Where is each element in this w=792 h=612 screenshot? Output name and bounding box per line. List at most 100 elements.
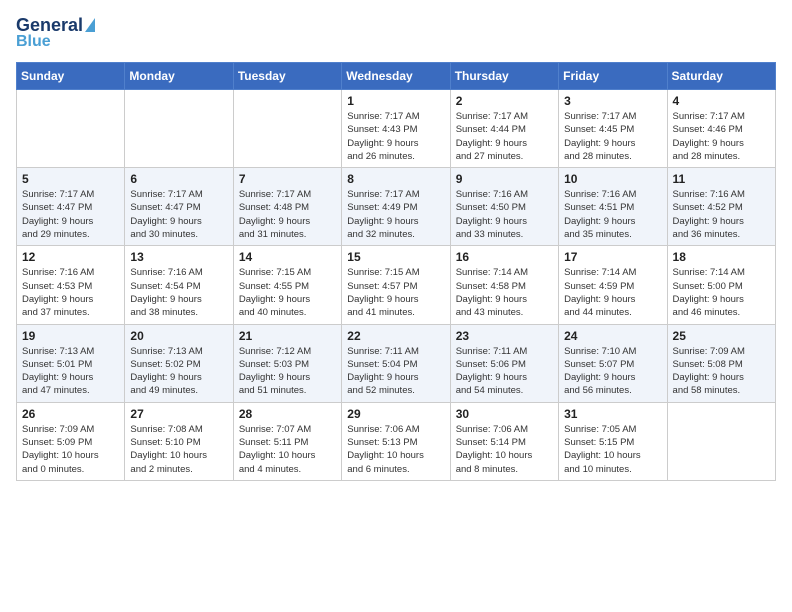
day-number: 20 (130, 329, 227, 343)
day-number: 15 (347, 250, 444, 264)
day-number: 2 (456, 94, 553, 108)
day-info: Sunrise: 7:17 AM Sunset: 4:45 PM Dayligh… (564, 110, 661, 163)
calendar-cell: 7 Sunrise: 7:17 AM Sunset: 4:48 PM Daylig… (233, 168, 341, 246)
calendar-cell (667, 402, 775, 480)
day-info: Sunrise: 7:16 AM Sunset: 4:50 PM Dayligh… (456, 188, 553, 241)
day-number: 23 (456, 329, 553, 343)
calendar-cell: 11 Sunrise: 7:16 AM Sunset: 4:52 PM Dayli… (667, 168, 775, 246)
calendar-week-row: 1Sunrise: 7:17 AM Sunset: 4:43 PM Daylig… (17, 90, 776, 168)
calendar-cell: 25 Sunrise: 7:09 AM Sunset: 5:08 PM Dayli… (667, 324, 775, 402)
calendar-cell: 22Sunrise: 7:11 AM Sunset: 5:04 PM Dayli… (342, 324, 450, 402)
calendar-cell (125, 90, 233, 168)
calendar-cell: 19 Sunrise: 7:13 AM Sunset: 5:01 PM Dayli… (17, 324, 125, 402)
day-number: 26 (22, 407, 119, 421)
day-number: 11 (673, 172, 770, 186)
day-number: 14 (239, 250, 336, 264)
day-info: Sunrise: 7:09 AM Sunset: 5:09 PM Dayligh… (22, 423, 119, 476)
day-number: 12 (22, 250, 119, 264)
day-number: 4 (673, 94, 770, 108)
logo-general: General (16, 15, 83, 35)
calendar-cell: 21 Sunrise: 7:12 AM Sunset: 5:03 PM Dayli… (233, 324, 341, 402)
day-info: Sunrise: 7:15 AM Sunset: 4:57 PM Dayligh… (347, 266, 444, 319)
day-info: Sunrise: 7:05 AM Sunset: 5:15 PM Dayligh… (564, 423, 661, 476)
calendar-cell (233, 90, 341, 168)
calendar-cell: 17 Sunrise: 7:14 AM Sunset: 4:59 PM Dayli… (559, 246, 667, 324)
day-info: Sunrise: 7:14 AM Sunset: 4:58 PM Dayligh… (456, 266, 553, 319)
weekday-header-friday: Friday (559, 63, 667, 90)
day-number: 31 (564, 407, 661, 421)
day-info: Sunrise: 7:11 AM Sunset: 5:06 PM Dayligh… (456, 345, 553, 398)
day-info: Sunrise: 7:09 AM Sunset: 5:08 PM Dayligh… (673, 345, 770, 398)
day-info: Sunrise: 7:14 AM Sunset: 4:59 PM Dayligh… (564, 266, 661, 319)
day-info: Sunrise: 7:13 AM Sunset: 5:01 PM Dayligh… (22, 345, 119, 398)
day-number: 27 (130, 407, 227, 421)
day-number: 3 (564, 94, 661, 108)
day-info: Sunrise: 7:06 AM Sunset: 5:13 PM Dayligh… (347, 423, 444, 476)
day-info: Sunrise: 7:07 AM Sunset: 5:11 PM Dayligh… (239, 423, 336, 476)
calendar-table: SundayMondayTuesdayWednesdayThursdayFrid… (16, 62, 776, 481)
calendar-week-row: 19 Sunrise: 7:13 AM Sunset: 5:01 PM Dayli… (17, 324, 776, 402)
day-number: 19 (22, 329, 119, 343)
logo-triangle-icon (85, 18, 95, 32)
weekday-header-saturday: Saturday (667, 63, 775, 90)
day-info: Sunrise: 7:10 AM Sunset: 5:07 PM Dayligh… (564, 345, 661, 398)
calendar-cell: 10 Sunrise: 7:16 AM Sunset: 4:51 PM Dayli… (559, 168, 667, 246)
calendar-cell: 4Sunrise: 7:17 AM Sunset: 4:46 PM Daylig… (667, 90, 775, 168)
page-header: General Blue (16, 16, 776, 50)
day-number: 5 (22, 172, 119, 186)
calendar-cell: 26 Sunrise: 7:09 AM Sunset: 5:09 PM Dayli… (17, 402, 125, 480)
calendar-week-row: 5 Sunrise: 7:17 AM Sunset: 4:47 PM Daylig… (17, 168, 776, 246)
calendar-cell: 15 Sunrise: 7:15 AM Sunset: 4:57 PM Dayli… (342, 246, 450, 324)
day-number: 29 (347, 407, 444, 421)
calendar-cell: 18 Sunrise: 7:14 AM Sunset: 5:00 PM Dayli… (667, 246, 775, 324)
day-info: Sunrise: 7:17 AM Sunset: 4:48 PM Dayligh… (239, 188, 336, 241)
day-info: Sunrise: 7:15 AM Sunset: 4:55 PM Dayligh… (239, 266, 336, 319)
calendar-cell (17, 90, 125, 168)
calendar-cell: 27 Sunrise: 7:08 AM Sunset: 5:10 PM Dayli… (125, 402, 233, 480)
calendar-cell: 6 Sunrise: 7:17 AM Sunset: 4:47 PM Daylig… (125, 168, 233, 246)
calendar-cell: 2 Sunrise: 7:17 AM Sunset: 4:44 PM Daylig… (450, 90, 558, 168)
weekday-header-monday: Monday (125, 63, 233, 90)
calendar-cell: 12 Sunrise: 7:16 AM Sunset: 4:53 PM Dayli… (17, 246, 125, 324)
calendar-cell: 14 Sunrise: 7:15 AM Sunset: 4:55 PM Dayli… (233, 246, 341, 324)
day-number: 21 (239, 329, 336, 343)
day-number: 25 (673, 329, 770, 343)
weekday-header-thursday: Thursday (450, 63, 558, 90)
day-number: 6 (130, 172, 227, 186)
day-info: Sunrise: 7:14 AM Sunset: 5:00 PM Dayligh… (673, 266, 770, 319)
weekday-header-tuesday: Tuesday (233, 63, 341, 90)
day-number: 18 (673, 250, 770, 264)
weekday-header-sunday: Sunday (17, 63, 125, 90)
calendar-cell: 28 Sunrise: 7:07 AM Sunset: 5:11 PM Dayli… (233, 402, 341, 480)
day-number: 17 (564, 250, 661, 264)
day-number: 7 (239, 172, 336, 186)
day-info: Sunrise: 7:17 AM Sunset: 4:47 PM Dayligh… (130, 188, 227, 241)
calendar-cell: 3 Sunrise: 7:17 AM Sunset: 4:45 PM Daylig… (559, 90, 667, 168)
calendar-cell: 1Sunrise: 7:17 AM Sunset: 4:43 PM Daylig… (342, 90, 450, 168)
day-info: Sunrise: 7:12 AM Sunset: 5:03 PM Dayligh… (239, 345, 336, 398)
day-info: Sunrise: 7:08 AM Sunset: 5:10 PM Dayligh… (130, 423, 227, 476)
day-number: 1 (347, 94, 444, 108)
calendar-cell: 20 Sunrise: 7:13 AM Sunset: 5:02 PM Dayli… (125, 324, 233, 402)
day-info: Sunrise: 7:16 AM Sunset: 4:51 PM Dayligh… (564, 188, 661, 241)
day-info: Sunrise: 7:06 AM Sunset: 5:14 PM Dayligh… (456, 423, 553, 476)
calendar-week-row: 12 Sunrise: 7:16 AM Sunset: 4:53 PM Dayli… (17, 246, 776, 324)
day-number: 22 (347, 329, 444, 343)
weekday-header-row: SundayMondayTuesdayWednesdayThursdayFrid… (17, 63, 776, 90)
logo: General Blue (16, 16, 95, 50)
day-info: Sunrise: 7:17 AM Sunset: 4:44 PM Dayligh… (456, 110, 553, 163)
calendar-cell: 24Sunrise: 7:10 AM Sunset: 5:07 PM Dayli… (559, 324, 667, 402)
day-number: 16 (456, 250, 553, 264)
day-number: 28 (239, 407, 336, 421)
day-number: 10 (564, 172, 661, 186)
weekday-header-wednesday: Wednesday (342, 63, 450, 90)
logo-text: General (16, 16, 83, 34)
calendar-cell: 23 Sunrise: 7:11 AM Sunset: 5:06 PM Dayli… (450, 324, 558, 402)
day-info: Sunrise: 7:16 AM Sunset: 4:53 PM Dayligh… (22, 266, 119, 319)
day-info: Sunrise: 7:16 AM Sunset: 4:52 PM Dayligh… (673, 188, 770, 241)
day-number: 13 (130, 250, 227, 264)
day-info: Sunrise: 7:13 AM Sunset: 5:02 PM Dayligh… (130, 345, 227, 398)
calendar-cell: 9Sunrise: 7:16 AM Sunset: 4:50 PM Daylig… (450, 168, 558, 246)
calendar-week-row: 26 Sunrise: 7:09 AM Sunset: 5:09 PM Dayli… (17, 402, 776, 480)
calendar-cell: 31 Sunrise: 7:05 AM Sunset: 5:15 PM Dayli… (559, 402, 667, 480)
